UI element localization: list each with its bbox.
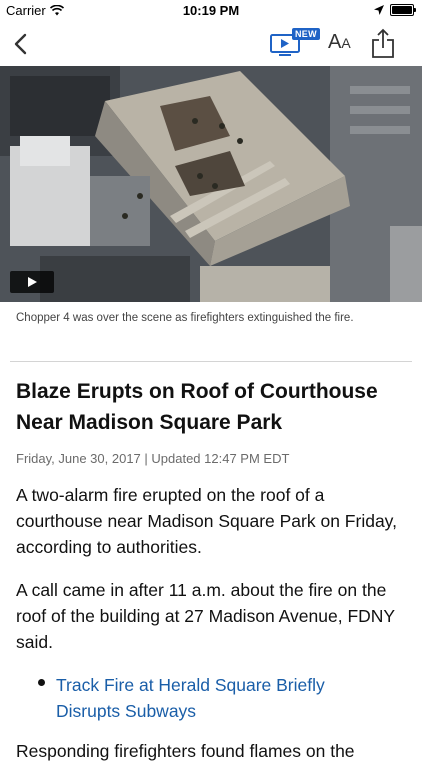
hero-video[interactable]: [0, 66, 422, 302]
bullet-dot: [38, 672, 50, 686]
text-size-large-a: A: [328, 31, 342, 53]
battery-icon: [390, 4, 416, 16]
chevron-left-icon: [14, 33, 27, 55]
article-dateline: Friday, June 30, 2017 | Updated 12:47 PM…: [16, 451, 290, 466]
share-icon: [372, 28, 394, 58]
play-button[interactable]: [10, 271, 54, 293]
nav-bar: NEW AA: [0, 22, 422, 66]
status-right: [374, 4, 416, 16]
share-button[interactable]: [370, 28, 396, 60]
article-paragraph: A call came in after 11 a.m. about the f…: [16, 580, 395, 652]
text-size-button[interactable]: AA: [328, 31, 351, 54]
new-badge: NEW: [292, 28, 320, 40]
hero-photo: [0, 66, 422, 302]
status-bar: Carrier 10:19 PM: [0, 0, 422, 22]
media-caption: Chopper 4 was over the scene as firefigh…: [16, 312, 354, 324]
back-button[interactable]: [8, 28, 38, 60]
divider: [10, 361, 412, 362]
article-headline: Blaze Erupts on Roof of Courthouse Near …: [16, 380, 378, 434]
video-button[interactable]: NEW: [270, 28, 320, 58]
clock: 10:19 PM: [182, 3, 240, 18]
article-paragraph-partial: Responding firefighters found flames on …: [16, 741, 355, 761]
related-story-link[interactable]: Track Fire at Herald Square Briefly Disr…: [56, 672, 386, 724]
article-paragraph: A two-alarm fire erupted on the roof of …: [16, 485, 397, 557]
location-arrow-icon: [374, 5, 384, 15]
text-size-small-a: A: [341, 35, 351, 51]
